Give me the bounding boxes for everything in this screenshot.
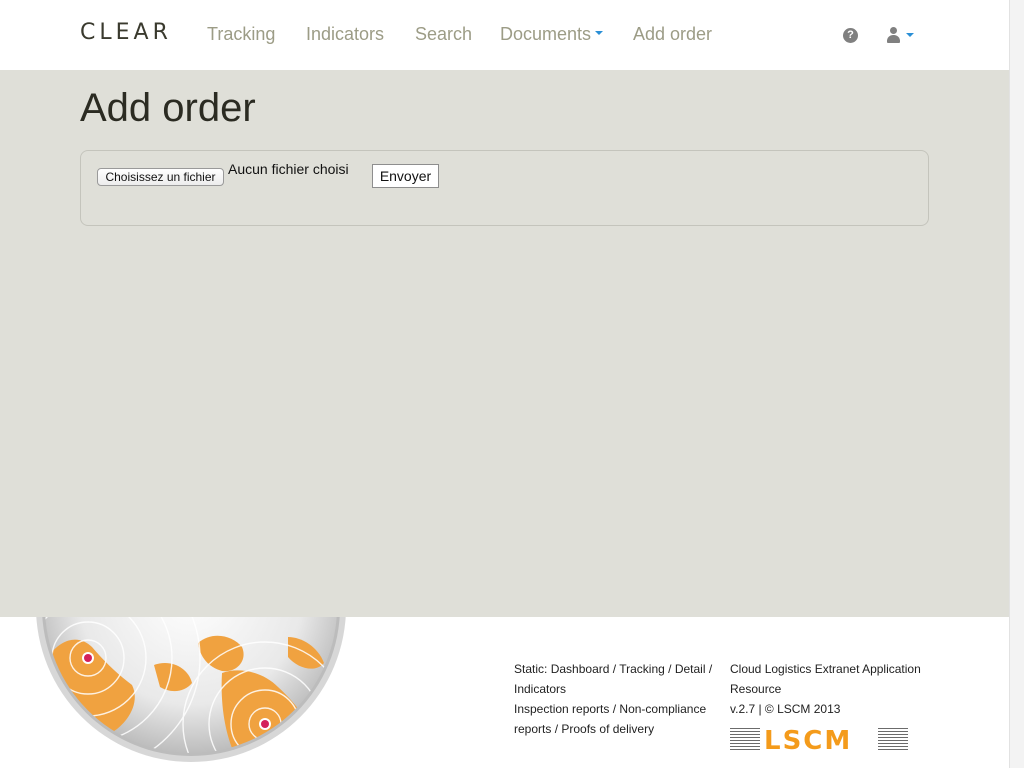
lscm-logo-text: LSCM — [764, 726, 853, 756]
footer-link-tracking[interactable]: Tracking — [619, 662, 665, 676]
footer: Static: Dashboard / Tracking / Detail / … — [0, 617, 1009, 768]
nav-documents-label: Documents — [500, 24, 592, 44]
top-navbar: CLEAR Tracking Indicators Search Documen… — [0, 0, 1009, 70]
lscm-logo: LSCM — [730, 726, 910, 756]
nav-add-order[interactable]: Add order — [633, 24, 712, 45]
user-icon-body — [887, 35, 900, 43]
footer-links: Static: Dashboard / Tracking / Detail / … — [514, 662, 713, 736]
lscm-logo-stripes-left — [730, 728, 760, 752]
nav-tracking[interactable]: Tracking — [207, 24, 275, 45]
brand-logo[interactable]: CLEAR — [80, 20, 172, 45]
user-menu-dropdown[interactable] — [887, 27, 917, 45]
nav-documents-dropdown[interactable]: Documents — [500, 24, 604, 45]
nav-indicators[interactable]: Indicators — [306, 24, 384, 45]
question-circle-icon[interactable]: ? — [843, 28, 858, 43]
page-scrollbar[interactable] — [1009, 0, 1024, 768]
globe-illustration — [36, 617, 346, 762]
submit-button[interactable]: Envoyer — [372, 164, 439, 188]
page-title: Add order — [80, 86, 256, 130]
footer-link-proofs-of-delivery[interactable]: Proofs of delivery — [561, 722, 654, 736]
footer-app-info: Cloud Logistics Extranet Application Res… — [730, 659, 940, 719]
footer-link-dashboard[interactable]: Dashboard — [551, 662, 610, 676]
file-status-text: Aucun fichier choisi — [228, 161, 349, 177]
app-full-name: Cloud Logistics Extranet Application Res… — [730, 662, 921, 696]
choose-file-button[interactable]: Choisissez un fichier — [97, 168, 224, 186]
footer-links-prefix: Static: — [514, 662, 548, 676]
nav-search[interactable]: Search — [415, 24, 472, 45]
footer-link-detail[interactable]: Detail — [675, 662, 706, 676]
user-icon — [890, 27, 897, 34]
footer-link-indicators[interactable]: Indicators — [514, 682, 566, 696]
lscm-logo-stripes-right — [878, 728, 908, 752]
footer-link-inspection-reports[interactable]: Inspection reports — [514, 702, 609, 716]
chevron-down-icon — [906, 33, 914, 37]
chevron-down-icon — [595, 31, 604, 36]
app-version: v.2.7 | © LSCM 2013 — [730, 702, 841, 716]
upload-form-panel: Choisissez un fichier Aucun fichier choi… — [80, 150, 929, 226]
